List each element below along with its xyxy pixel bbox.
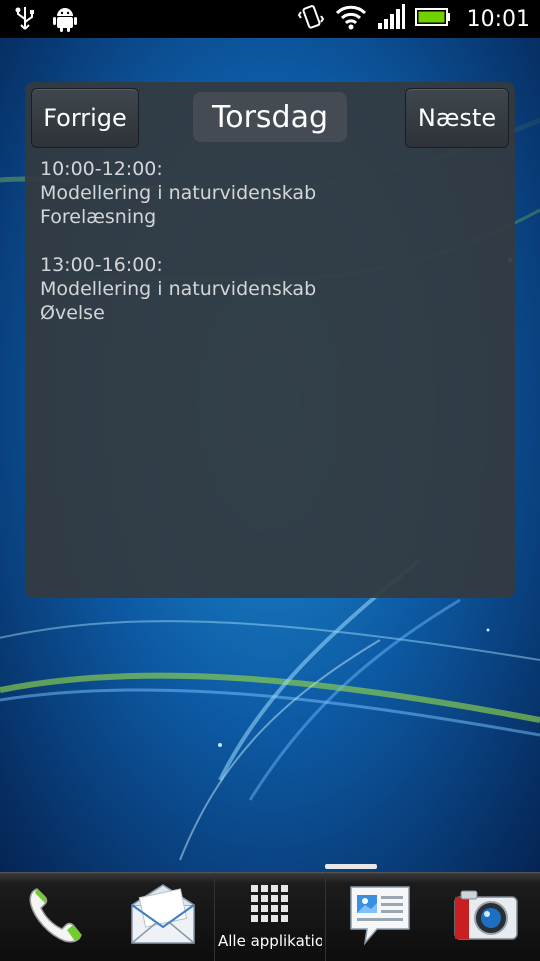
event-type: Forelæsning (40, 206, 157, 228)
all-apps-button[interactable]: Alle applikatio (216, 873, 324, 961)
usb-icon (14, 5, 36, 37)
dock: Alle applikatio (0, 872, 540, 961)
camera-icon (451, 885, 521, 949)
mail-button[interactable] (115, 873, 211, 961)
event-list: 10:00-12:00: Modellering i naturvidenska… (40, 157, 500, 349)
previous-day-button[interactable]: Forrige (31, 88, 139, 148)
dock-separator (325, 873, 326, 961)
messages-button[interactable] (332, 873, 428, 961)
android-debug-icon (52, 5, 78, 37)
event-item: 13:00-16:00: Modellering i naturvidenska… (40, 253, 500, 325)
messages-icon (345, 883, 415, 951)
day-title: Torsdag (193, 92, 347, 142)
dock-handle[interactable] (325, 864, 377, 869)
event-item: 10:00-12:00: Modellering i naturvidenska… (40, 157, 500, 229)
phone-button[interactable] (10, 873, 100, 961)
schedule-widget: Forrige Torsdag Næste 10:00-12:00: Model… (25, 82, 515, 598)
next-day-button[interactable]: Næste (405, 88, 509, 148)
event-course: Modellering i naturvidenskab (40, 278, 317, 300)
dock-separator (214, 873, 215, 961)
mail-icon (128, 883, 198, 951)
all-apps-icon (250, 884, 290, 928)
signal-icon (377, 4, 405, 34)
phone-icon (23, 883, 87, 951)
battery-icon (414, 7, 451, 31)
event-type: Øvelse (40, 302, 105, 324)
vibrate-icon (297, 3, 325, 35)
camera-button[interactable] (438, 873, 534, 961)
all-apps-label: Alle applikatio (218, 932, 322, 950)
status-bar: 10:01 (0, 0, 540, 38)
event-time: 13:00-16:00: (40, 254, 163, 276)
status-clock: 10:01 (466, 6, 530, 32)
wifi-icon (335, 3, 367, 35)
event-course: Modellering i naturvidenskab (40, 182, 317, 204)
event-time: 10:00-12:00: (40, 158, 163, 180)
